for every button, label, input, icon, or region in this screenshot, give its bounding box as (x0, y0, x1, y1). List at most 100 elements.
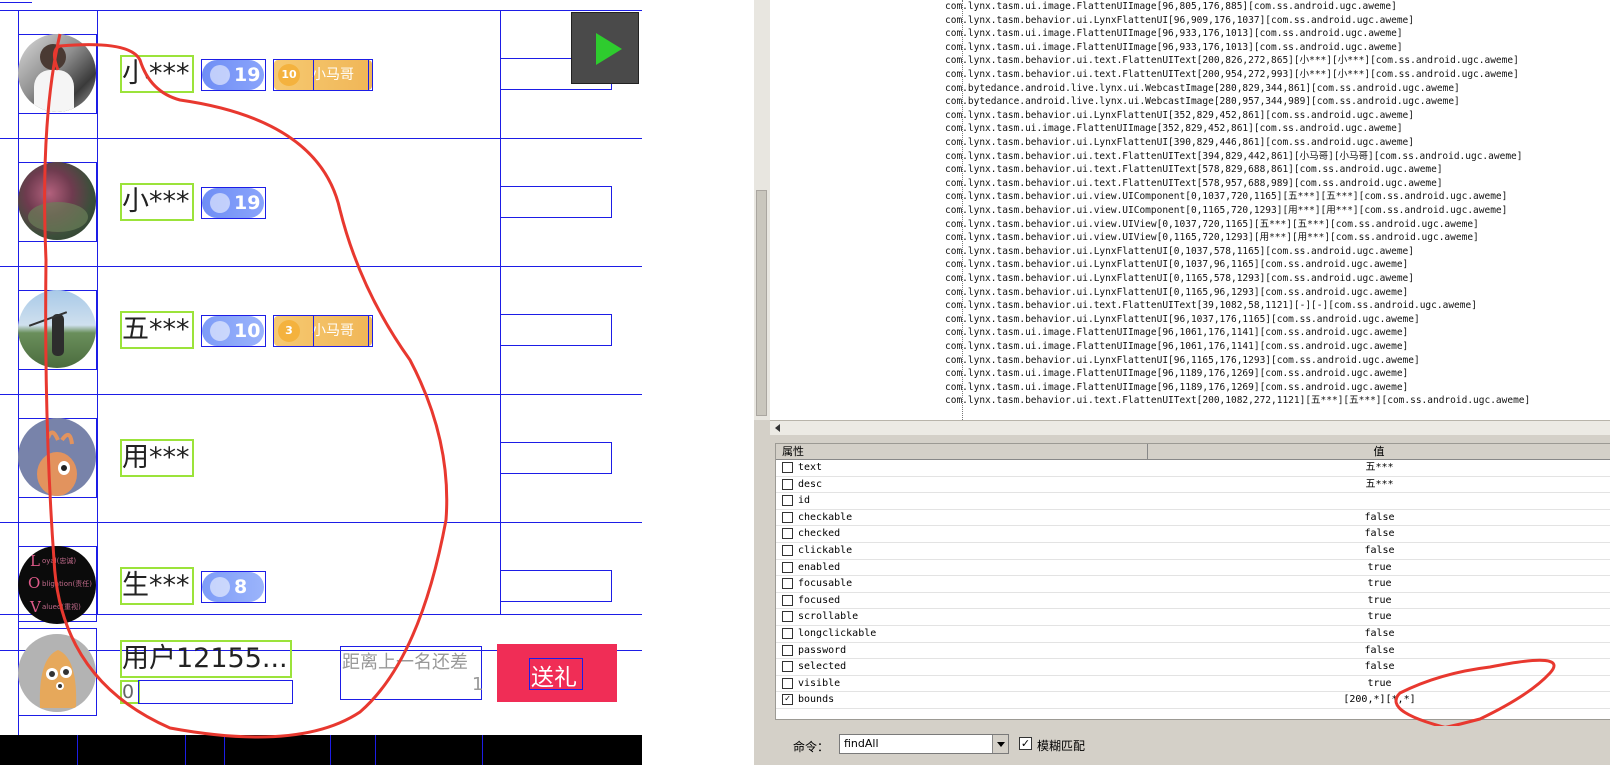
scrollbar-thumb[interactable] (756, 190, 767, 416)
prop-row[interactable]: ✓ bounds [200,*][*,*] (776, 692, 1610, 709)
my-score-frame (138, 680, 293, 704)
score-box (500, 314, 612, 346)
hierarchy-tree[interactable]: com.lynx.tasm.ui.image.FlattenUIImage[96… (770, 0, 1610, 420)
score-box (500, 570, 612, 602)
cartoon-icon (39, 650, 77, 708)
tree-node[interactable]: com.lynx.tasm.behavior.ui.LynxFlattenUI[… (945, 136, 1414, 150)
prop-row[interactable]: password false (776, 643, 1610, 660)
tree-node[interactable]: com.lynx.tasm.behavior.ui.view.UICompone… (945, 190, 1507, 204)
gap-value: 1 (472, 674, 484, 695)
username: 小*** (122, 58, 190, 89)
checkbox-icon[interactable] (782, 644, 793, 656)
my-avatar[interactable] (18, 634, 96, 712)
tree-node[interactable]: com.lynx.tasm.behavior.ui.view.UIView[0,… (945, 231, 1479, 245)
avatar[interactable] (18, 162, 96, 240)
tree-node[interactable]: com.bytedance.android.live.lynx.ui.Webca… (945, 82, 1460, 96)
tree-node[interactable]: com.lynx.tasm.ui.image.FlattenUIImage[96… (945, 381, 1408, 395)
tree-hscrollbar[interactable] (770, 420, 1610, 435)
props-header-name: 属性 (776, 444, 1148, 460)
prop-row[interactable]: longclickable false (776, 626, 1610, 643)
avatar-letter: V (30, 598, 41, 616)
tree-node[interactable]: com.lynx.tasm.behavior.ui.LynxFlattenUI[… (945, 109, 1414, 123)
tree-node[interactable]: com.lynx.tasm.behavior.ui.LynxFlattenUI[… (945, 313, 1420, 327)
tree-node[interactable]: com.lynx.tasm.behavior.ui.LynxFlattenUI[… (945, 14, 1414, 28)
prop-row[interactable]: selected false (776, 659, 1610, 676)
tree-node[interactable]: com.lynx.tasm.ui.image.FlattenUIImage[35… (945, 122, 1403, 136)
checkbox-icon[interactable] (782, 578, 793, 590)
tree-node[interactable]: com.lynx.tasm.ui.image.FlattenUIImage[96… (945, 367, 1408, 381)
checkbox-icon[interactable] (782, 495, 793, 507)
level-badge-frame (201, 571, 266, 603)
avatar[interactable] (18, 34, 96, 112)
prop-row[interactable]: id (776, 493, 1610, 510)
avatar[interactable]: L O V oyal(忠诚) bligation(责任) alued(重视) (18, 546, 96, 624)
fuzzy-checkbox[interactable]: ✓ (1019, 737, 1032, 750)
tree-node[interactable]: com.lynx.tasm.ui.image.FlattenUIImage[96… (945, 27, 1403, 41)
tree-node[interactable]: com.lynx.tasm.behavior.ui.LynxFlattenUI[… (945, 245, 1414, 259)
prop-row[interactable]: focusable true (776, 576, 1610, 593)
prop-row[interactable]: scrollable true (776, 609, 1610, 626)
checkbox-icon[interactable] (782, 611, 793, 623)
prop-row[interactable]: clickable false (776, 543, 1610, 560)
nav-divider (375, 735, 376, 765)
prop-row[interactable]: text 五*** (776, 460, 1610, 477)
checkbox-icon[interactable] (782, 511, 793, 523)
checkbox-icon[interactable]: ✓ (782, 694, 793, 706)
checkbox-icon[interactable] (782, 677, 793, 689)
avatar-word: bligation(责任) (42, 580, 92, 588)
play-button[interactable] (571, 12, 639, 84)
level-badge-frame (201, 59, 266, 91)
tree-node[interactable]: com.lynx.tasm.behavior.ui.text.FlattenUI… (945, 163, 1443, 177)
top-strip (0, 0, 32, 3)
avatar[interactable] (18, 290, 96, 368)
tree-node[interactable]: com.lynx.tasm.ui.image.FlattenUIImage[96… (945, 340, 1408, 354)
command-select[interactable]: findAll (839, 734, 1009, 754)
checkbox-icon[interactable] (782, 561, 793, 573)
tree-scrollbar[interactable] (754, 0, 771, 420)
tree-node[interactable]: com.lynx.tasm.ui.image.FlattenUIImage[96… (945, 0, 1397, 14)
prop-row[interactable]: checked false (776, 526, 1610, 543)
tree-node[interactable]: com.lynx.tasm.behavior.ui.text.FlattenUI… (945, 177, 1443, 191)
nav-divider (77, 735, 78, 765)
tree-node[interactable]: com.lynx.tasm.ui.image.FlattenUIImage[96… (945, 41, 1403, 55)
send-gift-button[interactable]: 送礼 (497, 644, 617, 702)
checkbox-icon[interactable] (782, 594, 793, 606)
checkbox-icon[interactable] (782, 528, 793, 540)
col-divider (97, 10, 98, 614)
username: 用*** (122, 442, 190, 473)
prop-row[interactable]: checkable false (776, 510, 1610, 527)
prop-row[interactable]: enabled true (776, 560, 1610, 577)
prop-row[interactable]: visible true (776, 676, 1610, 693)
tree-node[interactable]: com.lynx.tasm.behavior.ui.LynxFlattenUI[… (945, 286, 1408, 300)
tree-node[interactable]: com.lynx.tasm.behavior.ui.text.FlattenUI… (945, 150, 1522, 164)
level-badge-frame (201, 315, 266, 347)
prop-row[interactable]: desc 五*** (776, 477, 1610, 494)
checkbox-icon[interactable] (782, 462, 793, 473)
avatar[interactable] (18, 418, 96, 496)
gap-label: 距离上一名还差 (342, 652, 468, 673)
tree-node[interactable]: com.lynx.tasm.behavior.ui.text.FlattenUI… (945, 54, 1519, 68)
command-label: 命令： (793, 740, 830, 754)
checkbox-icon[interactable] (782, 478, 793, 490)
tree-node[interactable]: com.lynx.tasm.ui.image.FlattenUIImage[96… (945, 326, 1408, 340)
tree-node[interactable]: com.bytedance.android.live.lynx.ui.Webca… (945, 95, 1460, 109)
tree-node[interactable]: com.lynx.tasm.behavior.ui.LynxFlattenUI[… (945, 272, 1414, 286)
command-bar: 命令： findAll ✓ 模糊匹配 (775, 726, 1610, 765)
tree-node[interactable]: com.lynx.tasm.behavior.ui.LynxFlattenUI[… (945, 258, 1408, 272)
checkbox-icon[interactable] (782, 661, 793, 673)
scroll-left-icon[interactable] (772, 422, 784, 434)
tree-node[interactable]: com.lynx.tasm.behavior.ui.text.FlattenUI… (945, 299, 1477, 313)
tree-node[interactable]: com.lynx.tasm.behavior.ui.LynxFlattenUI[… (945, 354, 1420, 368)
tree-node[interactable]: com.lynx.tasm.behavior.ui.text.FlattenUI… (945, 68, 1519, 82)
play-icon (596, 33, 622, 65)
checkbox-icon[interactable] (782, 545, 793, 556)
my-score: 0 (122, 681, 135, 703)
tree-node[interactable]: com.lynx.tasm.behavior.ui.view.UIView[0,… (945, 218, 1479, 232)
properties-table: 属性 值 text 五*** desc 五*** id checkable false… (775, 443, 1610, 720)
checkbox-icon[interactable] (782, 628, 793, 639)
tree-node[interactable]: com.lynx.tasm.behavior.ui.view.UICompone… (945, 204, 1507, 218)
prop-row[interactable]: focused true (776, 593, 1610, 610)
dropdown-arrow-icon[interactable] (992, 735, 1008, 753)
tree-node[interactable]: com.lynx.tasm.behavior.ui.text.FlattenUI… (945, 394, 1530, 408)
score-box (500, 442, 612, 474)
